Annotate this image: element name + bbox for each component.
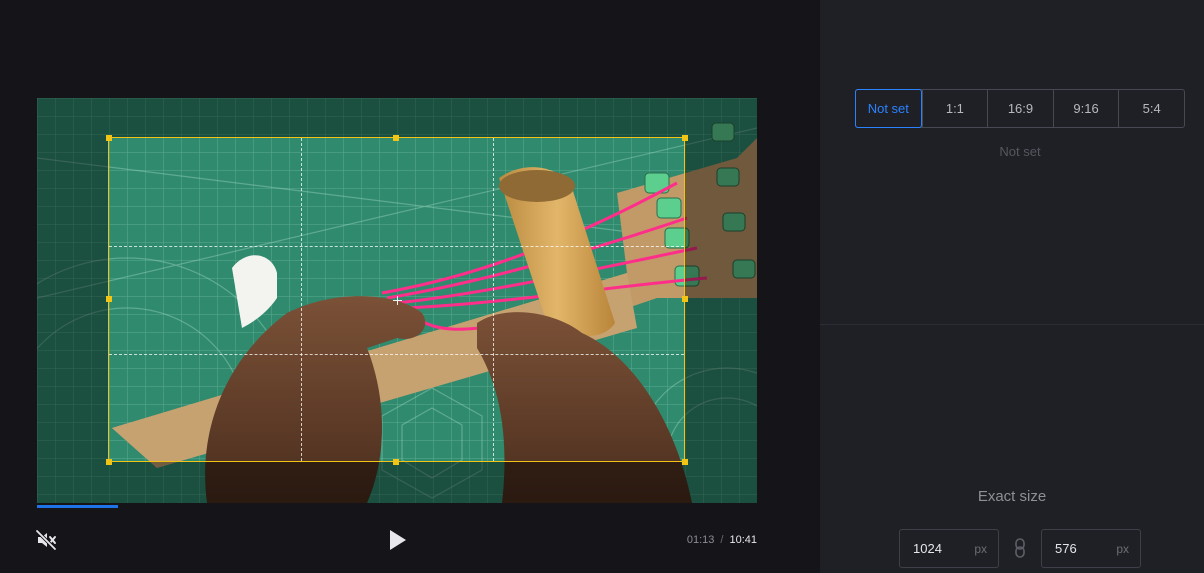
playback-progress-fill [37, 505, 119, 508]
mute-button[interactable] [34, 528, 58, 552]
crop-handle-top-left[interactable] [105, 134, 112, 141]
crop-grid-line [493, 138, 494, 461]
crop-handle-top[interactable] [393, 134, 399, 141]
volume-muted-icon [35, 529, 57, 551]
width-unit: px [974, 542, 987, 556]
total-time: 10:41 [729, 534, 757, 546]
height-unit: px [1116, 542, 1129, 556]
aspect-ratio-selector: Not set 1:1 16:9 9:16 5:4 [855, 89, 1185, 128]
current-time: 01:13 [686, 534, 715, 546]
aspect-ratio-option-16-9[interactable]: 16:9 [987, 90, 1053, 127]
crop-center-crosshair-icon [393, 296, 402, 305]
width-input[interactable] [913, 530, 971, 567]
playback-progress-bar[interactable] [37, 505, 757, 508]
chain-link-icon [1015, 538, 1025, 558]
crop-frame[interactable] [105, 134, 688, 465]
aspect-ratio-option-not-set[interactable]: Not set [855, 89, 922, 128]
crop-handle-top-right[interactable] [681, 134, 688, 141]
crop-handle-bottom-right[interactable] [681, 458, 688, 465]
aspect-ratio-option-9-16[interactable]: 9:16 [1052, 90, 1119, 127]
crop-handle-bottom-left[interactable] [105, 458, 112, 465]
play-icon [390, 530, 406, 550]
crop-handle-left[interactable] [105, 296, 112, 302]
crop-settings-panel: Not set 1:1 16:9 9:16 5:4 Not set Exact … [820, 0, 1204, 573]
height-input[interactable] [1055, 530, 1113, 567]
crop-handle-bottom[interactable] [393, 458, 399, 465]
width-field[interactable]: px [899, 529, 999, 568]
lock-aspect-button[interactable] [1013, 536, 1027, 560]
aspect-ratio-caption: Not set [999, 144, 1041, 159]
height-field[interactable]: px [1041, 529, 1141, 568]
playback-time: 01:13 / 10:41 [640, 534, 757, 546]
exact-size-title: Exact size [977, 488, 1047, 505]
play-button[interactable] [384, 527, 410, 553]
crop-grid-line [301, 138, 302, 461]
aspect-ratio-option-1-1[interactable]: 1:1 [921, 90, 988, 127]
time-separator: / [720, 534, 724, 546]
video-preview[interactable] [37, 98, 757, 503]
crop-grid-line [109, 354, 684, 355]
aspect-ratio-option-5-4[interactable]: 5:4 [1118, 90, 1184, 127]
crop-grid-line [109, 246, 684, 247]
panel-divider [820, 324, 1204, 325]
crop-handle-right[interactable] [681, 296, 688, 302]
video-editor-stage: 01:13 / 10:41 [0, 0, 820, 573]
